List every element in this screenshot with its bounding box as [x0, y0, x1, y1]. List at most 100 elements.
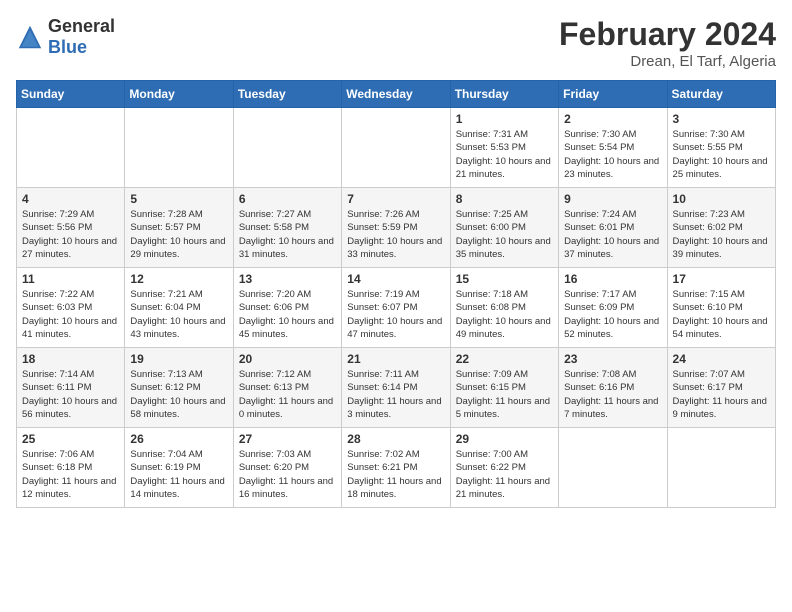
- calendar-cell: 17 Sunrise: 7:15 AM Sunset: 6:10 PM Dayli…: [667, 268, 775, 348]
- calendar-cell: 26 Sunrise: 7:04 AM Sunset: 6:19 PM Dayli…: [125, 428, 233, 508]
- day-number: 23: [564, 352, 661, 366]
- day-number: 25: [22, 432, 119, 446]
- day-info: Sunrise: 7:08 AM Sunset: 6:16 PM Dayligh…: [564, 368, 661, 421]
- calendar-cell: 7 Sunrise: 7:26 AM Sunset: 5:59 PM Daylig…: [342, 188, 450, 268]
- day-info: Sunrise: 7:27 AM Sunset: 5:58 PM Dayligh…: [239, 208, 336, 261]
- day-number: 12: [130, 272, 227, 286]
- day-number: 6: [239, 192, 336, 206]
- calendar-cell: 12 Sunrise: 7:21 AM Sunset: 6:04 PM Dayli…: [125, 268, 233, 348]
- day-number: 9: [564, 192, 661, 206]
- calendar-cell: 19 Sunrise: 7:13 AM Sunset: 6:12 PM Dayli…: [125, 348, 233, 428]
- day-number: 2: [564, 112, 661, 126]
- calendar-cell: 20 Sunrise: 7:12 AM Sunset: 6:13 PM Dayli…: [233, 348, 341, 428]
- calendar-cell: 11Sunrise: 7:22 AM Sunset: 6:03 PM Dayli…: [17, 268, 125, 348]
- calendar-cell: 16 Sunrise: 7:17 AM Sunset: 6:09 PM Dayli…: [559, 268, 667, 348]
- day-info: Sunrise: 7:02 AM Sunset: 6:21 PM Dayligh…: [347, 448, 444, 501]
- day-number: 29: [456, 432, 553, 446]
- day-info: Sunrise: 7:04 AM Sunset: 6:19 PM Dayligh…: [130, 448, 227, 501]
- weekday-header-friday: Friday: [559, 81, 667, 108]
- day-number: 5: [130, 192, 227, 206]
- day-info: Sunrise: 7:26 AM Sunset: 5:59 PM Dayligh…: [347, 208, 444, 261]
- calendar-cell: 5 Sunrise: 7:28 AM Sunset: 5:57 PM Daylig…: [125, 188, 233, 268]
- weekday-header-thursday: Thursday: [450, 81, 558, 108]
- day-number: 26: [130, 432, 227, 446]
- logo-general: General: [48, 16, 115, 36]
- day-number: 16: [564, 272, 661, 286]
- day-number: 20: [239, 352, 336, 366]
- location-title: Drean, El Tarf, Algeria: [559, 53, 776, 70]
- day-number: 27: [239, 432, 336, 446]
- day-number: 15: [456, 272, 553, 286]
- day-number: 28: [347, 432, 444, 446]
- calendar-cell: 8Sunrise: 7:25 AM Sunset: 6:00 PM Daylig…: [450, 188, 558, 268]
- day-number: 19: [130, 352, 227, 366]
- day-info: Sunrise: 7:11 AM Sunset: 6:14 PM Dayligh…: [347, 368, 444, 421]
- calendar-cell: 28 Sunrise: 7:02 AM Sunset: 6:21 PM Dayli…: [342, 428, 450, 508]
- day-info: Sunrise: 7:25 AM Sunset: 6:00 PM Dayligh…: [456, 208, 553, 261]
- day-number: 21: [347, 352, 444, 366]
- calendar-cell: 4 Sunrise: 7:29 AM Sunset: 5:56 PM Daylig…: [17, 188, 125, 268]
- day-info: Sunrise: 7:29 AM Sunset: 5:56 PM Dayligh…: [22, 208, 119, 261]
- title-block: February 2024 Drean, El Tarf, Algeria: [559, 16, 776, 70]
- day-info: Sunrise: 7:15 AM Sunset: 6:10 PM Dayligh…: [673, 288, 770, 341]
- calendar-cell: 13Sunrise: 7:20 AM Sunset: 6:06 PM Dayli…: [233, 268, 341, 348]
- day-number: 14: [347, 272, 444, 286]
- calendar-cell: 27 Sunrise: 7:03 AM Sunset: 6:20 PM Dayli…: [233, 428, 341, 508]
- calendar-week-3: 11Sunrise: 7:22 AM Sunset: 6:03 PM Dayli…: [17, 268, 776, 348]
- day-info: Sunrise: 7:03 AM Sunset: 6:20 PM Dayligh…: [239, 448, 336, 501]
- calendar-cell: [342, 108, 450, 188]
- logo-icon: [16, 23, 44, 51]
- calendar-cell: 3 Sunrise: 7:30 AM Sunset: 5:55 PM Daylig…: [667, 108, 775, 188]
- day-number: 3: [673, 112, 770, 126]
- day-info: Sunrise: 7:28 AM Sunset: 5:57 PM Dayligh…: [130, 208, 227, 261]
- day-number: 17: [673, 272, 770, 286]
- day-number: 7: [347, 192, 444, 206]
- calendar-cell: 29 Sunrise: 7:00 AM Sunset: 6:22 PM Dayli…: [450, 428, 558, 508]
- weekday-header-wednesday: Wednesday: [342, 81, 450, 108]
- logo: General Blue: [16, 16, 115, 58]
- calendar-cell: [667, 428, 775, 508]
- calendar-cell: 15 Sunrise: 7:18 AM Sunset: 6:08 PM Dayli…: [450, 268, 558, 348]
- day-info: Sunrise: 7:09 AM Sunset: 6:15 PM Dayligh…: [456, 368, 553, 421]
- logo-blue: Blue: [48, 37, 87, 57]
- weekday-header-row: SundayMondayTuesdayWednesdayThursdayFrid…: [17, 81, 776, 108]
- day-info: Sunrise: 7:14 AM Sunset: 6:11 PM Dayligh…: [22, 368, 119, 421]
- day-info: Sunrise: 7:30 AM Sunset: 5:55 PM Dayligh…: [673, 128, 770, 181]
- calendar-cell: [233, 108, 341, 188]
- day-info: Sunrise: 7:23 AM Sunset: 6:02 PM Dayligh…: [673, 208, 770, 261]
- calendar-cell: 23 Sunrise: 7:08 AM Sunset: 6:16 PM Dayli…: [559, 348, 667, 428]
- weekday-header-monday: Monday: [125, 81, 233, 108]
- calendar-cell: 6 Sunrise: 7:27 AM Sunset: 5:58 PM Daylig…: [233, 188, 341, 268]
- day-info: Sunrise: 7:21 AM Sunset: 6:04 PM Dayligh…: [130, 288, 227, 341]
- calendar-cell: [559, 428, 667, 508]
- calendar-week-5: 25Sunrise: 7:06 AM Sunset: 6:18 PM Dayli…: [17, 428, 776, 508]
- calendar-cell: [17, 108, 125, 188]
- day-number: 4: [22, 192, 119, 206]
- calendar-body: 1Sunrise: 7:31 AM Sunset: 5:53 PM Daylig…: [17, 108, 776, 508]
- day-info: Sunrise: 7:00 AM Sunset: 6:22 PM Dayligh…: [456, 448, 553, 501]
- weekday-header-tuesday: Tuesday: [233, 81, 341, 108]
- weekday-header-saturday: Saturday: [667, 81, 775, 108]
- day-number: 13: [239, 272, 336, 286]
- day-info: Sunrise: 7:12 AM Sunset: 6:13 PM Dayligh…: [239, 368, 336, 421]
- day-info: Sunrise: 7:30 AM Sunset: 5:54 PM Dayligh…: [564, 128, 661, 181]
- day-info: Sunrise: 7:07 AM Sunset: 6:17 PM Dayligh…: [673, 368, 770, 421]
- day-number: 10: [673, 192, 770, 206]
- day-number: 18: [22, 352, 119, 366]
- calendar-table: SundayMondayTuesdayWednesdayThursdayFrid…: [16, 80, 776, 508]
- day-info: Sunrise: 7:31 AM Sunset: 5:53 PM Dayligh…: [456, 128, 553, 181]
- day-number: 22: [456, 352, 553, 366]
- calendar-cell: [125, 108, 233, 188]
- day-info: Sunrise: 7:13 AM Sunset: 6:12 PM Dayligh…: [130, 368, 227, 421]
- day-info: Sunrise: 7:17 AM Sunset: 6:09 PM Dayligh…: [564, 288, 661, 341]
- day-number: 24: [673, 352, 770, 366]
- day-info: Sunrise: 7:19 AM Sunset: 6:07 PM Dayligh…: [347, 288, 444, 341]
- calendar-cell: 14 Sunrise: 7:19 AM Sunset: 6:07 PM Dayli…: [342, 268, 450, 348]
- calendar-cell: 21 Sunrise: 7:11 AM Sunset: 6:14 PM Dayli…: [342, 348, 450, 428]
- day-info: Sunrise: 7:18 AM Sunset: 6:08 PM Dayligh…: [456, 288, 553, 341]
- calendar-cell: 24 Sunrise: 7:07 AM Sunset: 6:17 PM Dayli…: [667, 348, 775, 428]
- calendar-week-1: 1Sunrise: 7:31 AM Sunset: 5:53 PM Daylig…: [17, 108, 776, 188]
- calendar-cell: 10 Sunrise: 7:23 AM Sunset: 6:02 PM Dayli…: [667, 188, 775, 268]
- calendar-cell: 1Sunrise: 7:31 AM Sunset: 5:53 PM Daylig…: [450, 108, 558, 188]
- page-header: General Blue February 2024 Drean, El Tar…: [16, 16, 776, 70]
